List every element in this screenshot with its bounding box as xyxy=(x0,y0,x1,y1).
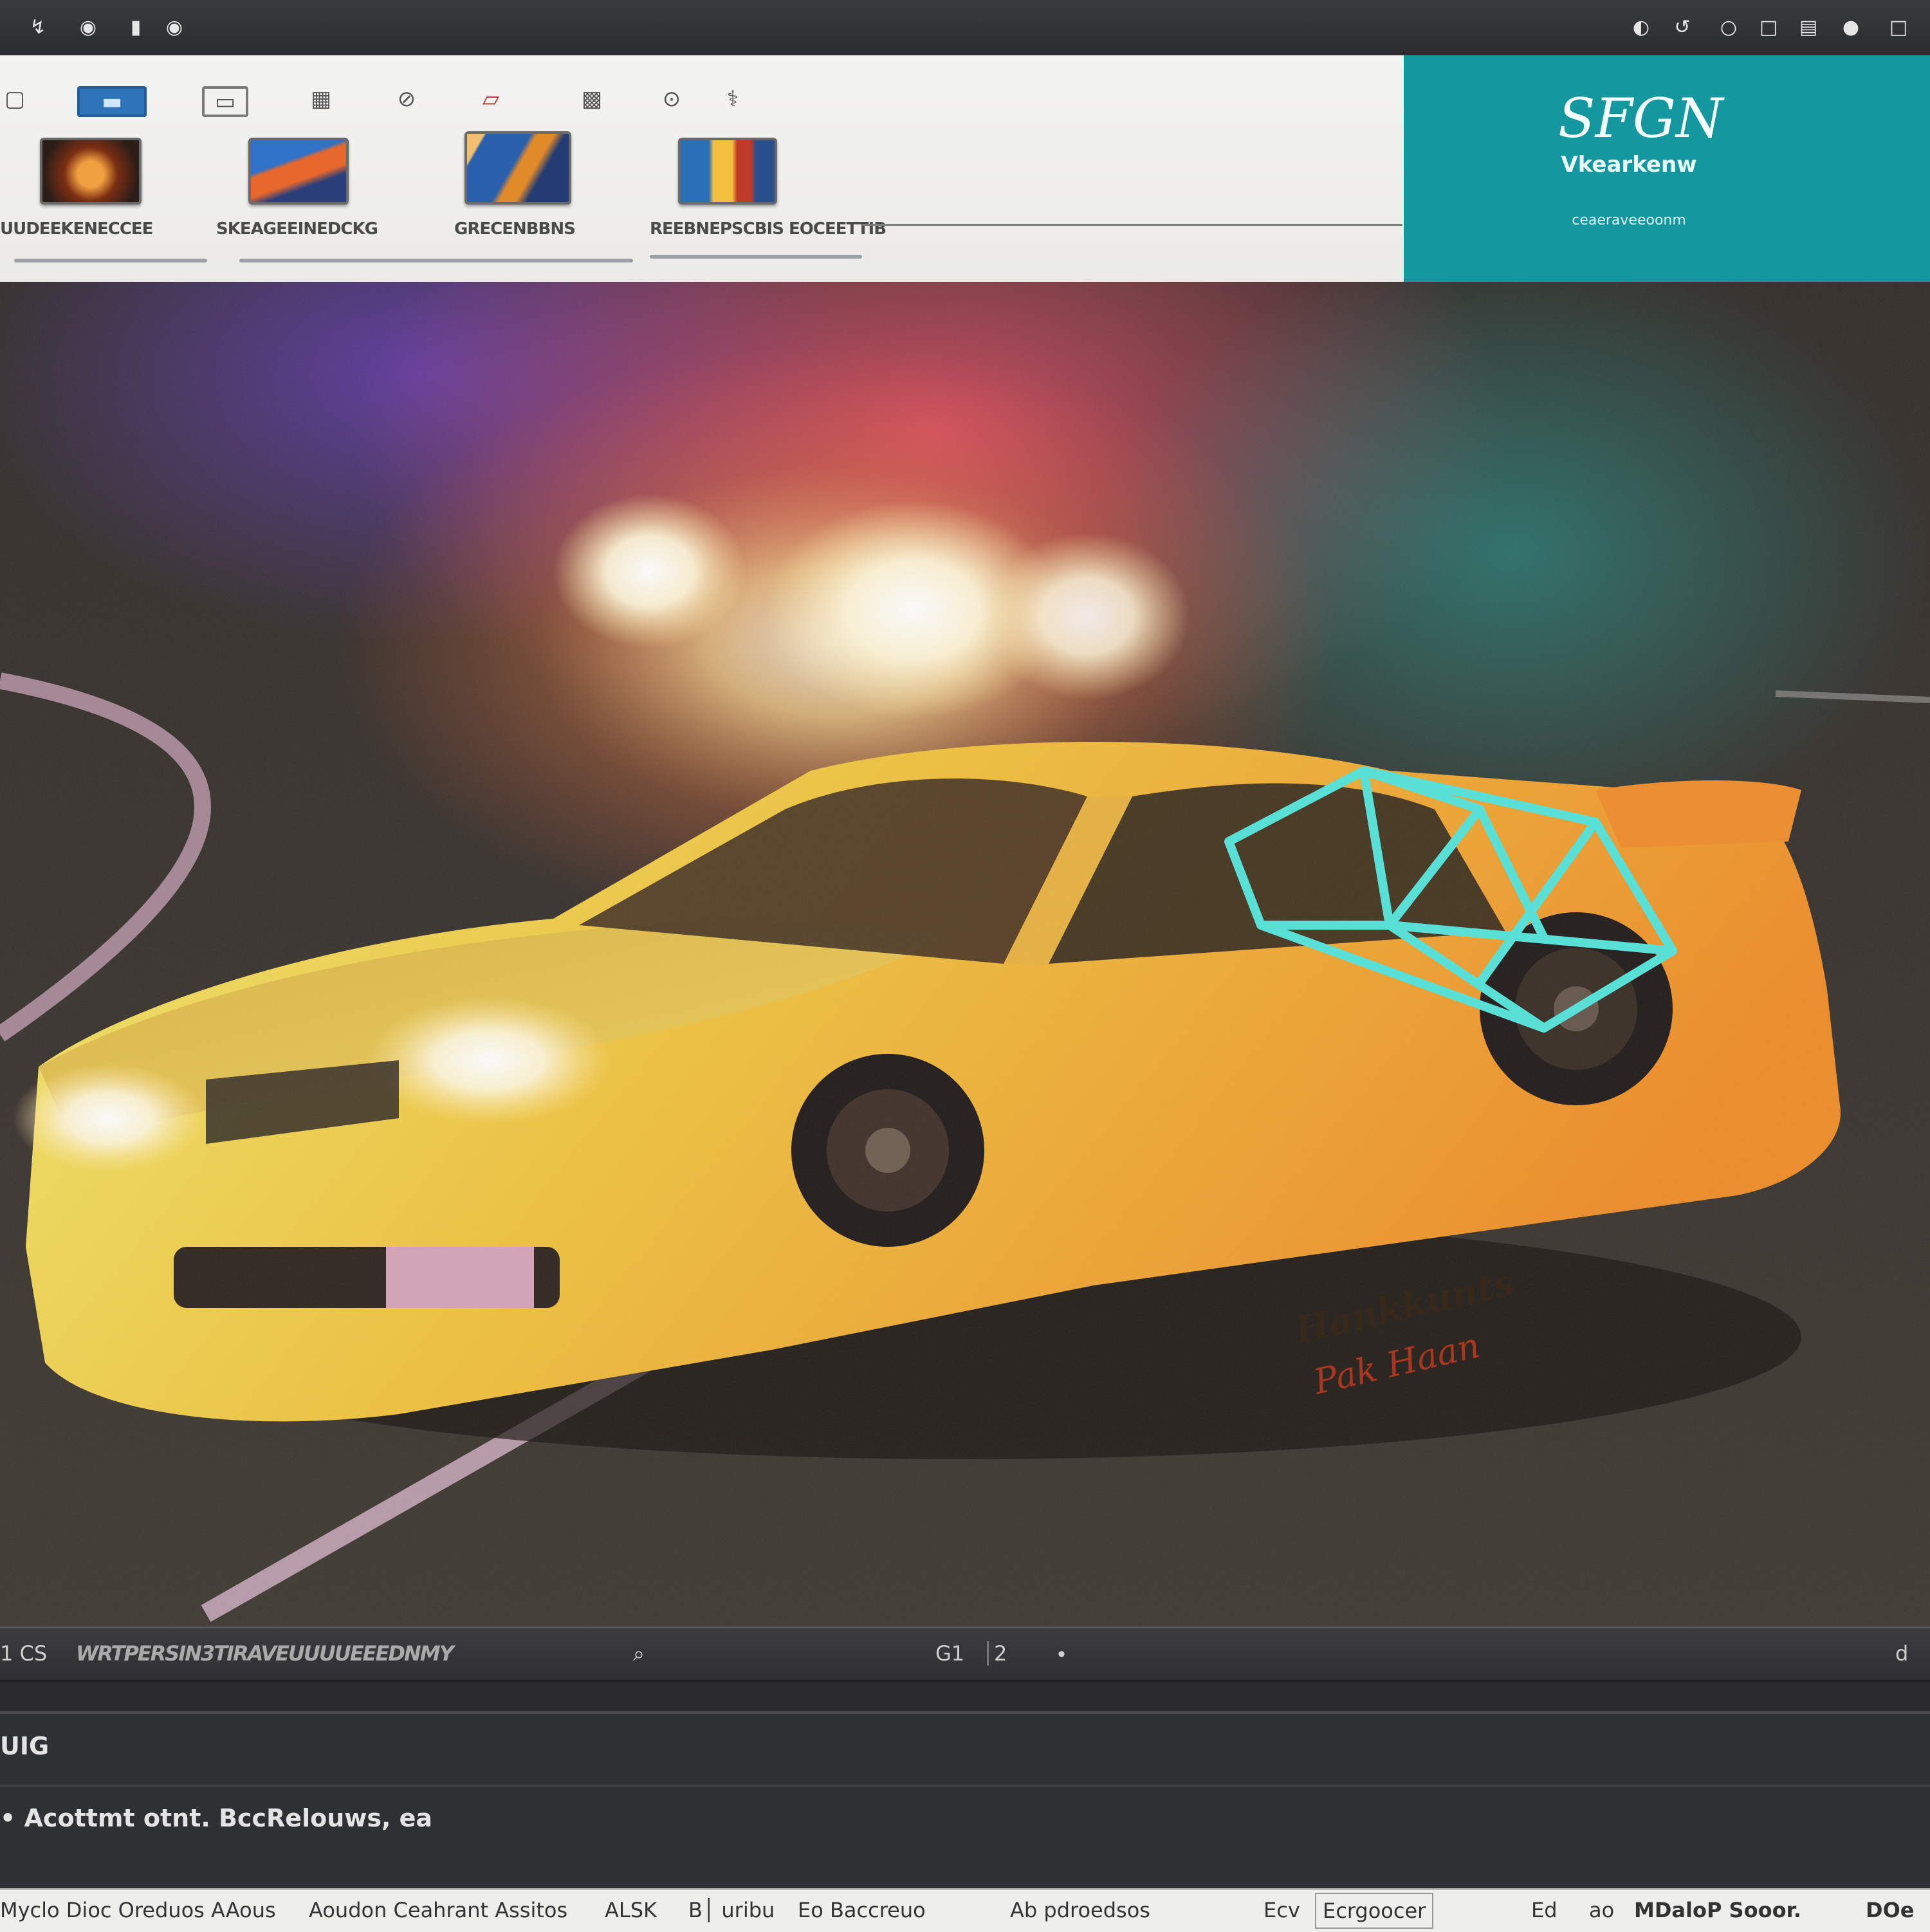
car-photo xyxy=(0,282,1930,1626)
thumbnail-3[interactable] xyxy=(464,131,571,205)
browser-divider xyxy=(862,224,1402,226)
target-icon[interactable]: ⊙ xyxy=(656,81,687,117)
info-panel: UIG • Acottmt otnt. BccRelouws, ea xyxy=(0,1711,1930,1888)
wand-icon[interactable]: ⚕ xyxy=(717,81,749,117)
image-viewport[interactable]: Hankkunts Pak Haan xyxy=(0,282,1930,1626)
status-segment[interactable]: Ab pdroedsos xyxy=(1010,1890,1150,1930)
circle-icon[interactable]: ○ xyxy=(1715,14,1742,41)
status-segment[interactable]: ao xyxy=(1589,1890,1614,1930)
undo-icon[interactable]: ↺ xyxy=(1669,14,1696,41)
info-divider xyxy=(0,1785,1930,1787)
no-entry-icon[interactable]: ⊘ xyxy=(389,81,425,117)
brand-logo: SFGN xyxy=(1558,87,1723,150)
film-tool-icon[interactable]: ▬ xyxy=(77,86,147,117)
timecode-label: 1 CS xyxy=(0,1641,48,1666)
status-field[interactable]: Ecrgoocer xyxy=(1315,1893,1434,1929)
select-tool-icon[interactable]: ▢ xyxy=(0,81,30,117)
pattern-tool-icon[interactable]: ▩ xyxy=(566,81,618,117)
status-segment[interactable]: Ecv xyxy=(1264,1890,1300,1930)
media-browser: ▢ ▬ ▭ ▦ ⊘ ▱ ▩ ⊙ ⚕ UUDEEKENECCEE SKEAGEEI… xyxy=(0,55,1404,282)
status-segment: Myclo Dioc Oreduos AAous xyxy=(0,1898,276,1922)
brand-name: Vkearkenw xyxy=(1561,152,1697,178)
info-panel-title: UIG xyxy=(0,1732,50,1760)
status-bar: Myclo Dioc Oreduos AAous Aoudon Ceahrant… xyxy=(0,1888,1930,1932)
list-icon[interactable]: ▤ xyxy=(1795,14,1822,41)
pause-icon[interactable]: ▮ xyxy=(122,14,149,41)
info-detail-text: • Acottmt otnt. BccRelouws, ea xyxy=(0,1804,433,1832)
thumbnail-2[interactable] xyxy=(248,138,349,205)
frame-marker-b[interactable]: 2 xyxy=(987,1641,1007,1666)
brand-panel: SFGN Vkearkenw ceaeraveeoonm xyxy=(1404,55,1930,282)
brand-url[interactable]: ceaeraveeoonm xyxy=(1520,212,1738,228)
status-segment: Aoudon Ceahrant Assitos xyxy=(309,1898,568,1922)
status-segment[interactable]: ALSK xyxy=(605,1890,657,1930)
window-titlebar: ↯ ◉ ▮ ◉ ◐ ↺ ○ □ ▤ ● □ xyxy=(0,0,1930,57)
clip-title: WRTPERSIN3TIRAVEUUUUEEEDNMY xyxy=(76,1641,454,1666)
thumbnail-2-progress xyxy=(239,259,633,262)
thumbnail-1-progress xyxy=(14,259,207,262)
search-icon[interactable]: ⌕ xyxy=(633,1641,645,1666)
thumbnail-1[interactable] xyxy=(40,138,142,205)
app-menu-icon[interactable]: ↯ xyxy=(24,14,51,41)
frame-tool-icon[interactable]: ▭ xyxy=(202,86,248,117)
thumbnail-3-label: GRECENBBNS xyxy=(454,219,576,239)
toggle-icon[interactable]: ◉ xyxy=(161,14,188,41)
grid-tool-icon[interactable]: ▦ xyxy=(297,81,345,117)
pin-icon[interactable]: ● xyxy=(1837,14,1864,41)
status-segment[interactable]: Eo Baccreuo xyxy=(798,1890,926,1930)
square-icon[interactable]: □ xyxy=(1755,14,1782,41)
half-circle-icon[interactable]: ◐ xyxy=(1628,14,1655,41)
expand-icon[interactable]: d xyxy=(1895,1641,1908,1666)
status-segment: MDaloP Sooor. xyxy=(1634,1898,1801,1922)
window-restore-icon[interactable]: □ xyxy=(1885,14,1912,41)
frame-marker-a[interactable]: G1 xyxy=(935,1641,964,1666)
thumbnail-4-label: REEBNEPSCBIS EOCEETTIB xyxy=(650,219,887,239)
parallelogram-icon[interactable]: ▱ xyxy=(462,81,520,117)
frame-marker-c[interactable]: ∙ xyxy=(1055,1641,1068,1666)
record-icon[interactable]: ◉ xyxy=(75,14,102,41)
status-segment[interactable]: Ed xyxy=(1531,1890,1558,1930)
timeline-bar: 1 CS WRTPERSIN3TIRAVEUUUUEEEDNMY ⌕ G1 2 … xyxy=(0,1626,1930,1682)
thumbnail-1-label: UUDEEKENECCEE xyxy=(0,219,153,239)
thumbnail-4-progress xyxy=(650,255,862,259)
thumbnail-4[interactable] xyxy=(678,138,777,205)
status-segment[interactable]: B│ uribu xyxy=(688,1890,775,1930)
thumbnail-2-label: SKEAGEEINEDCKG xyxy=(216,219,378,239)
status-segment: DOe xyxy=(1866,1898,1915,1922)
